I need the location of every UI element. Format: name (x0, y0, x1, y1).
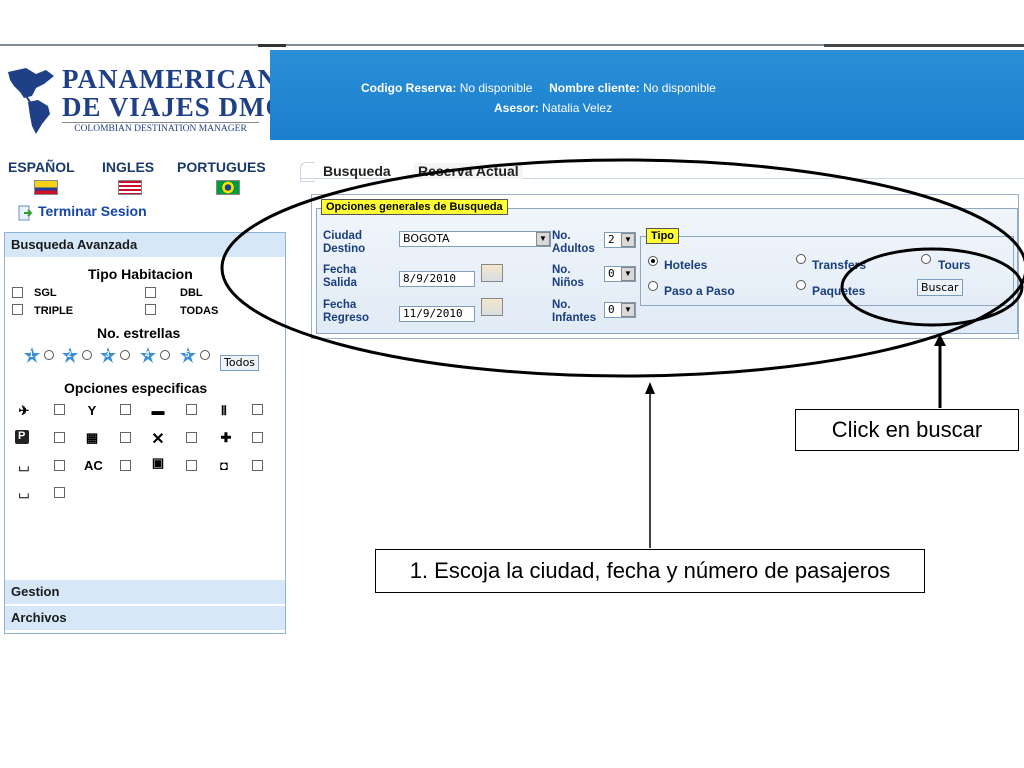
step1-arrow-head (645, 382, 655, 394)
form-highlight-ellipse (220, 158, 1024, 378)
callout-step1: 1. Escoja la ciudad, fecha y número de p… (375, 549, 925, 593)
callout-click-buscar: Click en buscar (795, 409, 1019, 451)
annotation-overlay (220, 158, 1024, 548)
buscar-highlight-ellipse (840, 247, 1024, 327)
